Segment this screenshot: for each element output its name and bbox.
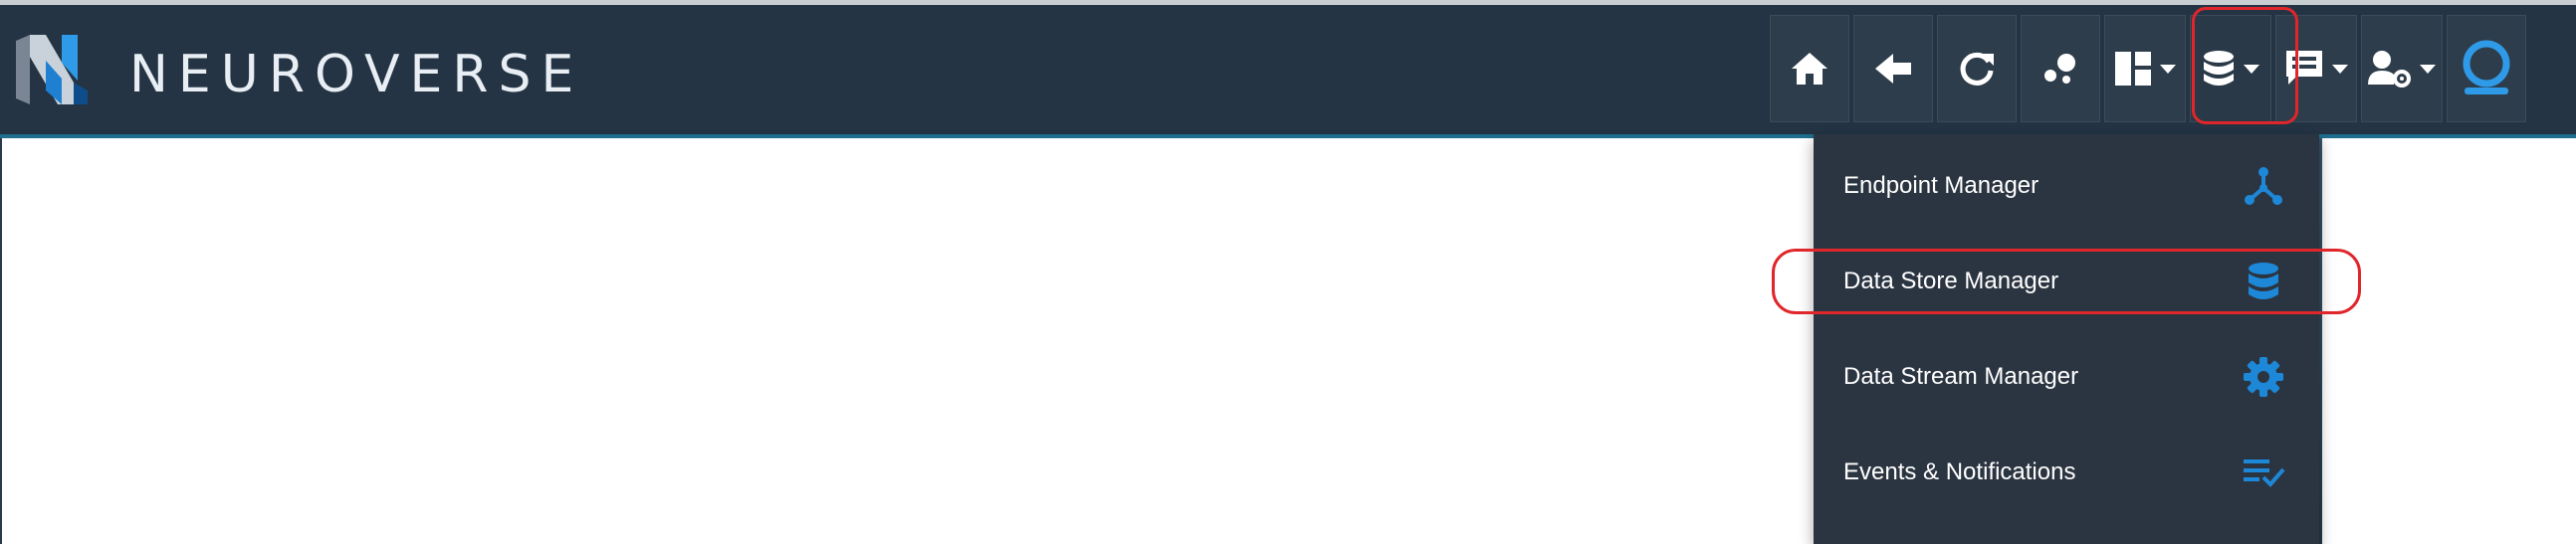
- home-icon: [1792, 53, 1827, 85]
- menu-item-label: Endpoint Manager: [1843, 172, 2039, 199]
- gear-icon: [2242, 355, 2285, 399]
- profile-avatar-icon: [2463, 40, 2510, 94]
- chevron-down-icon: [2160, 64, 2176, 74]
- chevron-down-icon: [2420, 64, 2436, 74]
- profile-button[interactable]: [2447, 15, 2526, 122]
- neuroverse-logo-icon: [16, 35, 88, 104]
- data-menu-button[interactable]: [2190, 15, 2271, 122]
- database-icon: [2204, 51, 2234, 86]
- bubbles-icon: [2044, 54, 2075, 84]
- chevron-down-icon: [2332, 64, 2348, 74]
- back-button[interactable]: [1853, 15, 1933, 122]
- menu-item-label: Data Stream Manager: [1843, 363, 2079, 390]
- menu-item-events-notifications[interactable]: Events & Notifications: [1814, 425, 2319, 520]
- data-dropdown-menu: Endpoint Manager Data Store Manager Data…: [1814, 134, 2319, 544]
- home-button[interactable]: [1770, 15, 1849, 122]
- checklist-icon: [2242, 451, 2285, 494]
- dashboard-icon: [2115, 52, 2151, 86]
- bubbles-button[interactable]: [2021, 15, 2100, 122]
- app-window: NEUROVERSE Endpoint Manager Data Store M…: [0, 0, 2576, 544]
- user-settings-icon: [2368, 51, 2411, 88]
- chevron-down-icon: [2244, 64, 2259, 74]
- menu-item-label: Data Store Manager: [1843, 268, 2059, 294]
- menu-item-data-store-manager[interactable]: Data Store Manager: [1814, 234, 2319, 329]
- refresh-icon: [1960, 52, 1994, 86]
- dashboard-menu-button[interactable]: [2104, 15, 2186, 122]
- header-toolbar: [1770, 15, 2526, 126]
- menu-item-endpoint-manager[interactable]: Endpoint Manager: [1814, 138, 2319, 234]
- messages-menu-button[interactable]: [2275, 15, 2357, 122]
- menu-item-label: Events & Notifications: [1843, 458, 2076, 485]
- menu-item-data-stream-manager[interactable]: Data Stream Manager: [1814, 329, 2319, 425]
- back-arrow-icon: [1875, 54, 1911, 84]
- user-settings-menu-button[interactable]: [2361, 15, 2443, 122]
- message-icon: [2286, 51, 2322, 85]
- refresh-button[interactable]: [1937, 15, 2017, 122]
- endpoint-hub-icon: [2242, 164, 2285, 208]
- brand-title: NEUROVERSE: [129, 45, 584, 104]
- background-white-area: [2322, 138, 2576, 544]
- database-icon: [2242, 260, 2285, 303]
